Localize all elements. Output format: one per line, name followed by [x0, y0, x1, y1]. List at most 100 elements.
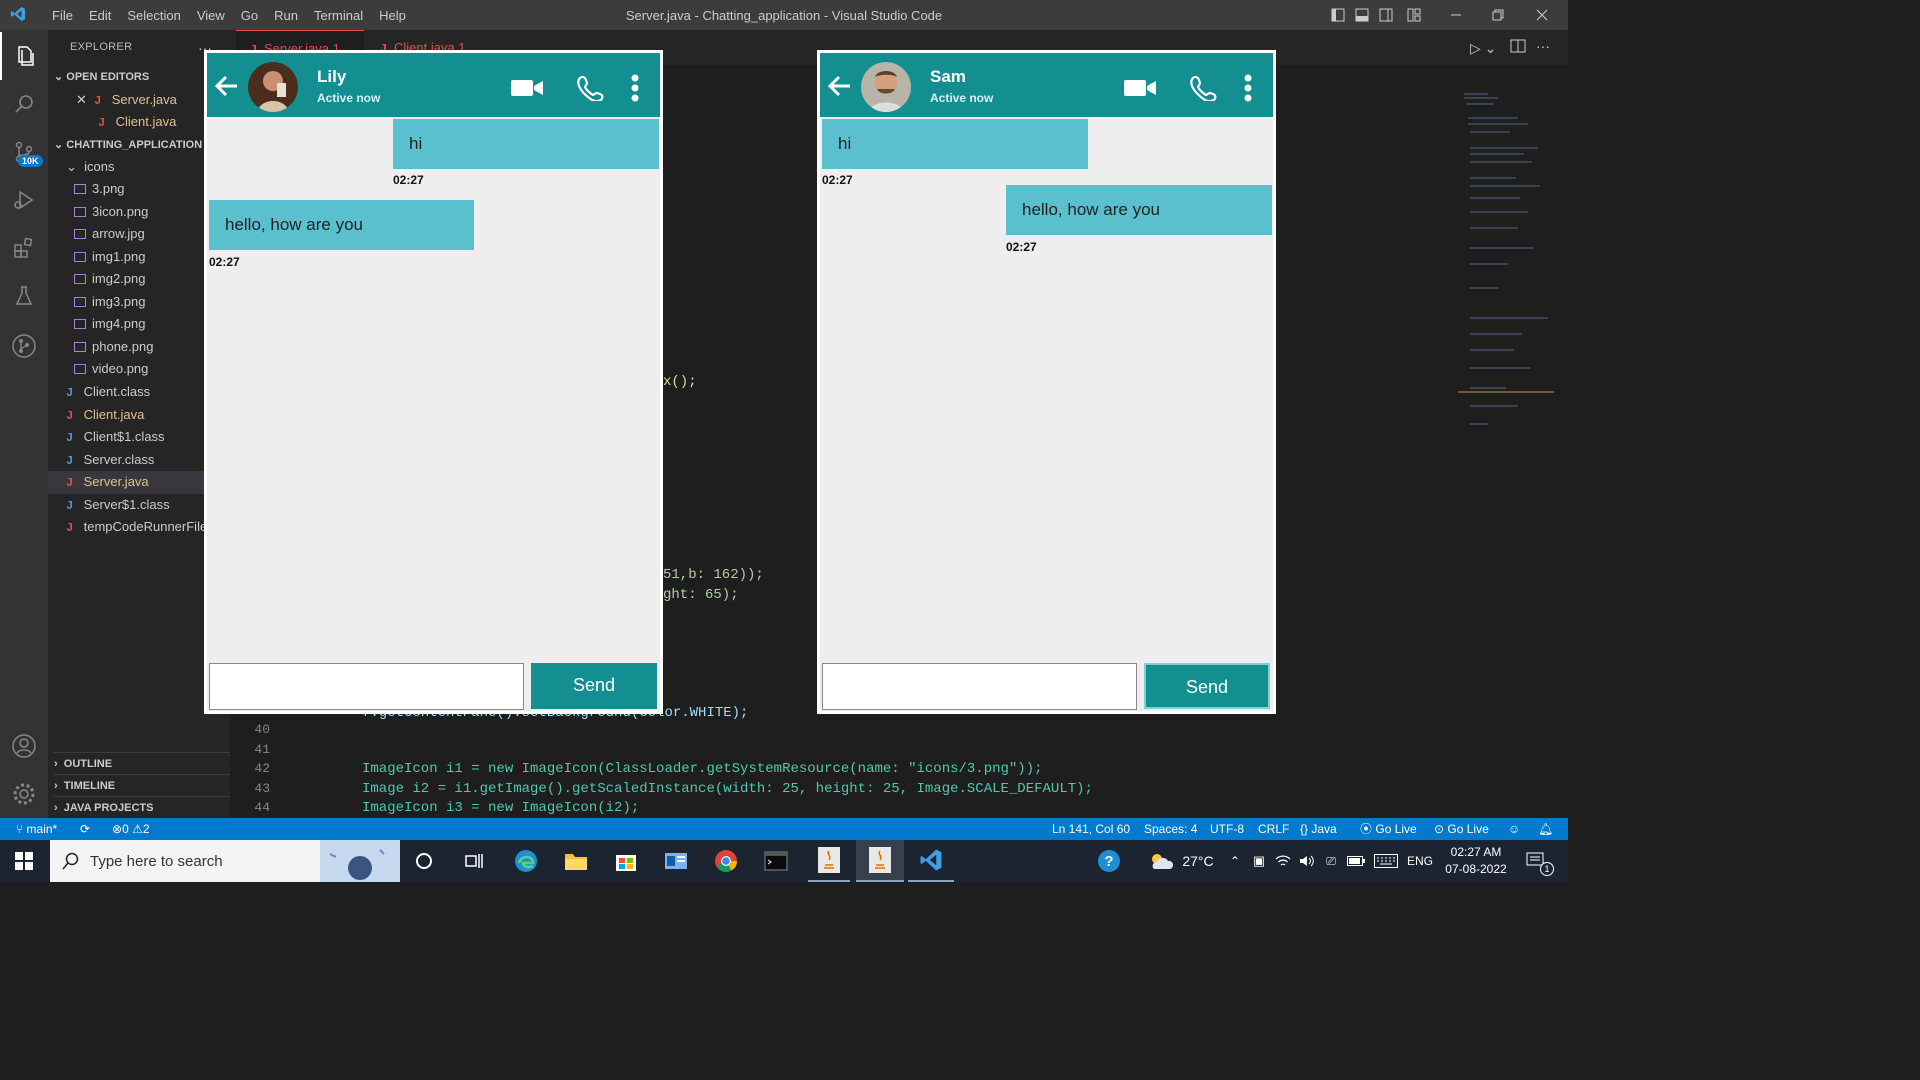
explorer-icon[interactable]	[0, 32, 48, 80]
message-input[interactable]	[209, 663, 524, 710]
toggle-panel-icon[interactable]	[1350, 0, 1374, 30]
settings-gear-icon[interactable]	[0, 770, 48, 818]
task-view-icon[interactable]	[458, 840, 490, 882]
menu-file[interactable]: File	[44, 8, 81, 23]
menu-edit[interactable]: Edit	[81, 8, 119, 23]
video-call-icon[interactable]	[1123, 78, 1157, 98]
file-item[interactable]: video.png	[74, 358, 153, 381]
chrome-icon[interactable]	[708, 840, 744, 882]
java-projects-section[interactable]: › JAVA PROJECTS	[54, 796, 230, 818]
menu-selection[interactable]: Selection	[119, 8, 188, 23]
code-line[interactable]: Image i2 = i1.getImage().getScaledInstan…	[362, 781, 1093, 801]
feedback-icon[interactable]: ☺	[1508, 818, 1520, 840]
store-icon[interactable]	[608, 840, 644, 882]
branch-indicator[interactable]: ⑂ main*	[16, 818, 57, 840]
menu-help[interactable]: Help	[371, 8, 414, 23]
clock[interactable]: 02:27 AM 07-08-2022	[1440, 844, 1512, 878]
minimap[interactable]	[1458, 88, 1554, 438]
notifications-bell-icon[interactable]: 🔔︎	[1538, 818, 1553, 840]
menu-terminal[interactable]: Terminal	[306, 8, 371, 23]
wifi-icon[interactable]	[1274, 840, 1292, 882]
phone-call-icon[interactable]	[1189, 75, 1219, 101]
testing-icon[interactable]	[0, 272, 48, 320]
run-debug-icon[interactable]	[0, 176, 48, 224]
vscode-logo-icon[interactable]	[10, 6, 26, 22]
customize-layout-icon[interactable]	[1402, 0, 1426, 30]
edge-icon[interactable]	[508, 840, 544, 882]
battery-icon[interactable]	[1346, 840, 1366, 882]
go-live-button-2[interactable]: ⊙ Go Live	[1434, 818, 1489, 840]
avatar[interactable]	[247, 61, 299, 113]
device-icon[interactable]: ▣	[1250, 840, 1268, 882]
go-live-button[interactable]: ⦿ Go Live	[1360, 818, 1417, 840]
code-line[interactable]: ImageIcon i3 = new ImageIcon(i2);	[362, 800, 1093, 820]
problems-indicator[interactable]: ⊗0 ⚠2	[112, 818, 150, 840]
file-item[interactable]: img3.png	[74, 291, 153, 314]
display-icon[interactable]: ⎚	[1322, 840, 1340, 882]
extensions-icon[interactable]	[0, 224, 48, 272]
terminal-icon[interactable]	[758, 840, 794, 882]
message-input[interactable]	[822, 663, 1137, 710]
indentation[interactable]: Spaces: 4	[1144, 818, 1197, 840]
file-item[interactable]: img1.png	[74, 246, 153, 269]
chevron-up-icon[interactable]: ⌃	[1226, 840, 1244, 882]
phone-call-icon[interactable]	[576, 75, 606, 101]
taskbar-search-box[interactable]: Type here to search	[50, 840, 400, 882]
file-item[interactable]: img4.png	[74, 313, 153, 336]
language-mode[interactable]: {} Java	[1300, 818, 1337, 840]
file-item[interactable]: arrow.jpg	[74, 223, 153, 246]
avatar[interactable]	[860, 61, 912, 113]
file-item-selected[interactable]: J Server.java	[48, 471, 230, 494]
project-section[interactable]: ⌄ CHATTING_APPLICATION	[54, 134, 202, 156]
keyboard-icon[interactable]	[1372, 840, 1400, 882]
more-options-icon[interactable]	[630, 74, 640, 102]
file-explorer-icon[interactable]	[558, 840, 594, 882]
language-indicator[interactable]: ENG	[1404, 840, 1436, 882]
close-window-icon[interactable]	[1522, 0, 1562, 30]
cursor-position[interactable]: Ln 141, Col 60	[1052, 818, 1130, 840]
source-control-icon[interactable]	[0, 128, 48, 176]
send-button[interactable]: Send	[531, 663, 657, 709]
java-app-icon[interactable]	[808, 840, 850, 882]
windows-start-icon[interactable]	[0, 840, 48, 882]
minimize-icon[interactable]	[1436, 0, 1476, 30]
menu-run[interactable]: Run	[266, 8, 306, 23]
vscode-taskbar-icon[interactable]	[908, 840, 954, 882]
video-call-icon[interactable]	[510, 78, 544, 98]
toggle-sidebar-icon[interactable]	[1326, 0, 1350, 30]
file-item[interactable]: img2.png	[74, 268, 153, 291]
search-icon[interactable]	[0, 80, 48, 128]
back-arrow-icon[interactable]	[826, 74, 852, 98]
weather-cloud-icon[interactable]	[1146, 840, 1176, 882]
code-fragment[interactable]: ght: 65);	[663, 587, 739, 603]
code-line[interactable]: ImageIcon i1 = new ImageIcon(ClassLoader…	[362, 761, 1093, 781]
cortana-icon[interactable]	[408, 840, 440, 882]
volume-icon[interactable]	[1298, 840, 1316, 882]
folder-icons[interactable]: ⌄ icons	[66, 156, 115, 179]
timeline-section[interactable]: › TIMELINE	[54, 774, 230, 796]
split-editor-icon[interactable]	[1510, 38, 1526, 59]
outline-section[interactable]: › OUTLINE	[54, 752, 230, 774]
sync-icon[interactable]: ⟳	[80, 818, 90, 840]
run-code-icon[interactable]: ▷ ⌄	[1470, 40, 1496, 57]
menu-view[interactable]: View	[189, 8, 233, 23]
close-icon[interactable]: ✕	[76, 92, 87, 107]
restore-icon[interactable]	[1478, 0, 1518, 30]
send-button[interactable]: Send	[1144, 663, 1270, 709]
open-editor-client[interactable]: J Client.java	[98, 111, 176, 134]
git-graph-icon[interactable]	[0, 322, 48, 370]
more-options-icon[interactable]	[1243, 74, 1253, 102]
line-ending[interactable]: CRLF	[1258, 818, 1289, 840]
java-app-icon-2[interactable]	[856, 840, 904, 882]
menu-go[interactable]: Go	[233, 8, 266, 23]
encoding[interactable]: UTF-8	[1210, 818, 1244, 840]
outlook-icon[interactable]	[658, 840, 694, 882]
code-fragment[interactable]: x();	[663, 374, 697, 390]
account-icon[interactable]	[0, 722, 48, 770]
help-icon[interactable]: ?	[1094, 840, 1124, 882]
file-item[interactable]: 3icon.png	[74, 201, 153, 224]
weather-temp[interactable]: 27°C	[1178, 840, 1218, 882]
code-fragment[interactable]: 51,b: 162));	[663, 567, 764, 583]
toggle-secondary-sidebar-icon[interactable]	[1374, 0, 1398, 30]
editor-more-icon[interactable]: ···	[1536, 38, 1550, 54]
